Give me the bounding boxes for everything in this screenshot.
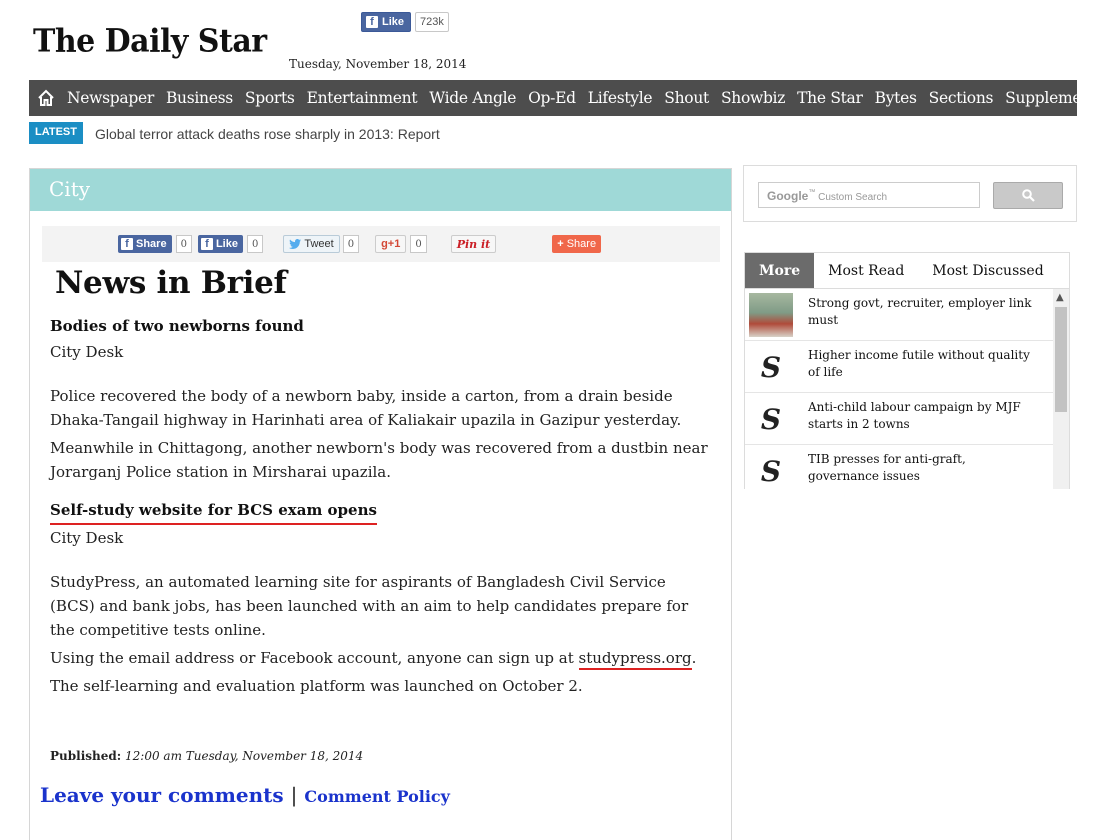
nav-item-newspaper[interactable]: Newspaper — [67, 89, 154, 107]
section-title: City — [30, 169, 731, 211]
list-item[interactable]: S TIB presses for anti-graft, governance… — [745, 445, 1069, 489]
pinterest-button[interactable]: Pin it — [450, 235, 497, 253]
story-thumbnail[interactable]: S — [749, 449, 793, 489]
link-separator: | — [290, 783, 298, 807]
story-link[interactable]: Higher income futile without quality of … — [793, 345, 1043, 392]
scrollbar-thumb[interactable] — [1055, 307, 1067, 412]
facebook-icon: f — [200, 238, 213, 250]
nav-item-entertainment[interactable]: Entertainment — [307, 89, 418, 107]
story-list: Strong govt, recruiter, employer link mu… — [745, 289, 1069, 489]
story-link[interactable]: TIB presses for anti-graft, governance i… — [793, 449, 1043, 489]
home-icon[interactable] — [37, 89, 55, 107]
published-timestamp: 12:00 am Tuesday, November 18, 2014 — [125, 749, 364, 763]
search-widget: Google™ Custom Search — [743, 165, 1077, 222]
nav-item-showbiz[interactable]: Showbiz — [721, 89, 785, 107]
list-item[interactable]: S Anti-child labour campaign by MJF star… — [745, 393, 1069, 445]
main-nav: Newspaper Business Sports Entertainment … — [29, 80, 1097, 116]
nav-item-shout[interactable]: Shout — [664, 89, 709, 107]
search-input[interactable]: Google™ Custom Search — [758, 182, 980, 208]
facebook-like-share-button[interactable]: f Like — [197, 235, 243, 253]
story-byline: City Desk — [50, 529, 124, 547]
daily-star-logo-icon: S — [760, 350, 782, 384]
story-headline: Bodies of two newborns found — [50, 317, 304, 335]
facebook-share-count: 0 — [175, 235, 192, 253]
comments-links: Leave your comments | Comment Policy — [40, 783, 450, 807]
google-plus-button[interactable]: g+1 — [375, 235, 407, 253]
nav-item-sports[interactable]: Sports — [245, 89, 295, 107]
paragraph-text: Using the email address or Facebook acco… — [50, 649, 579, 667]
comment-policy-link[interactable]: Comment Policy — [304, 787, 450, 806]
site-logo[interactable]: The Daily Star — [33, 23, 267, 60]
nav-item-op-ed[interactable]: Op-Ed — [528, 89, 576, 107]
share-button[interactable]: + Share — [552, 235, 602, 253]
google-trademark: ™ — [808, 189, 816, 196]
search-placeholder: Custom Search — [818, 192, 888, 203]
facebook-like-widget[interactable]: f Like 723k — [361, 12, 449, 32]
facebook-icon: f — [121, 238, 133, 250]
studypress-link[interactable]: studypress.org — [578, 649, 692, 670]
facebook-like-share-label: Like — [215, 238, 238, 250]
tweet-count: 0 — [342, 235, 360, 253]
twitter-icon — [289, 239, 302, 249]
current-date: Tuesday, November 18, 2014 — [289, 57, 467, 71]
facebook-like-count: 723k — [415, 12, 449, 32]
search-button[interactable] — [993, 182, 1063, 209]
list-item[interactable]: S Higher income futile without quality o… — [745, 341, 1069, 393]
story-headline-highlighted: Self-study website for BCS exam opens — [50, 498, 377, 525]
google-brand: Google — [767, 189, 809, 203]
paragraph-punctuation: . — [691, 649, 697, 667]
share-label: Share — [566, 238, 597, 250]
google-plus-count: 0 — [410, 235, 427, 253]
published-info: Published: 12:00 am Tuesday, November 18… — [50, 749, 363, 763]
latest-badge: LATEST — [29, 122, 83, 144]
nav-item-lifestyle[interactable]: Lifestyle — [588, 89, 653, 107]
story-paragraph: Police recovered the body of a newborn b… — [50, 387, 682, 429]
daily-star-logo-icon: S — [760, 402, 782, 436]
story-paragraph: StudyPress, an automated learning site f… — [50, 573, 689, 639]
facebook-like-button[interactable]: f Like — [361, 12, 412, 32]
story-thumbnail[interactable]: S — [749, 345, 793, 389]
facebook-share-label: Share — [136, 238, 167, 250]
facebook-like-share-count: 0 — [246, 235, 264, 253]
chevron-up-icon[interactable]: ▲ — [1056, 292, 1064, 303]
list-item[interactable]: Strong govt, recruiter, employer link mu… — [745, 289, 1069, 341]
article-title: News in Brief — [55, 265, 287, 301]
tweet-button[interactable]: Tweet — [283, 235, 340, 253]
nav-item-the-star[interactable]: The Star — [797, 89, 863, 107]
scrollbar[interactable]: ▲ — [1053, 289, 1069, 489]
story-link[interactable]: Anti-child labour campaign by MJF starts… — [793, 397, 1043, 444]
facebook-icon: f — [366, 16, 378, 28]
tab-most-discussed[interactable]: Most Discussed — [918, 253, 1057, 288]
share-toolbar: f Share 0 f Like 0 Tweet 0 g+1 0 Pin it … — [42, 226, 720, 262]
leave-comments-link[interactable]: Leave your comments — [40, 783, 284, 807]
nav-item-wide-angle[interactable]: Wide Angle — [429, 89, 516, 107]
tweet-label: Tweet — [304, 238, 334, 250]
latest-headline-link[interactable]: Global terror attack deaths rose sharply… — [95, 126, 440, 142]
published-label: Published: — [50, 749, 122, 763]
nav-item-bytes[interactable]: Bytes — [875, 89, 917, 107]
share-plus-icon: + — [557, 238, 564, 250]
article-container: City f Share 0 f Like 0 Tweet 0 g+1 0 Pi… — [29, 168, 732, 840]
nav-item-business[interactable]: Business — [166, 89, 233, 107]
story-link[interactable]: Strong govt, recruiter, employer link mu… — [793, 293, 1043, 340]
popular-stories-widget: More Most Read Most Discussed Strong gov… — [744, 252, 1070, 489]
facebook-like-label: Like — [382, 16, 405, 28]
nav-item-supplement[interactable]: Supplement — [1005, 89, 1097, 107]
story-paragraph: The self-learning and evaluation platfor… — [50, 677, 583, 695]
news-photo — [749, 293, 793, 337]
daily-star-logo-icon: S — [760, 454, 782, 488]
popular-tabs: More Most Read Most Discussed — [745, 253, 1069, 289]
section-name: City — [49, 177, 91, 201]
tab-most-read[interactable]: Most Read — [814, 253, 918, 288]
story-thumbnail[interactable]: S — [749, 397, 793, 441]
nav-item-sections[interactable]: Sections — [929, 89, 994, 107]
story-thumbnail[interactable] — [749, 293, 793, 337]
story-paragraph: Using the email address or Facebook acco… — [50, 646, 715, 670]
article-body: Bodies of two newborns found City Desk P… — [50, 314, 715, 698]
facebook-share-button[interactable]: f Share — [118, 235, 172, 253]
tab-more[interactable]: More — [745, 253, 815, 288]
story-paragraph: Meanwhile in Chittagong, another newborn… — [50, 439, 708, 481]
search-icon — [1021, 189, 1035, 202]
story-byline: City Desk — [50, 343, 124, 361]
